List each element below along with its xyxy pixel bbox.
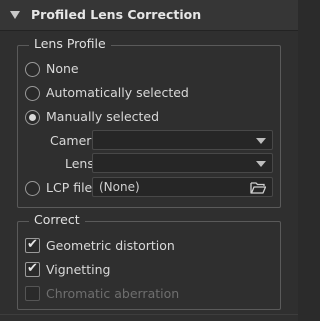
radio-button-lcp-file[interactable]: [25, 181, 40, 196]
radio-none-label: None: [46, 61, 79, 76]
radio-button-automatically-selected[interactable]: [25, 86, 40, 101]
radio-automatically-selected-label: Automatically selected: [46, 85, 189, 100]
radio-automatically-selected[interactable]: Automatically selected: [25, 84, 225, 104]
lens-label: Lens: [65, 156, 94, 171]
panel-header[interactable]: Profiled Lens Correction: [0, 0, 298, 31]
checkmark-icon: ✔: [27, 237, 38, 252]
chevron-down-icon: [256, 138, 266, 144]
vignetting-label: Vignetting: [46, 262, 111, 277]
lens-profile-group-title: Lens Profile: [29, 36, 111, 51]
radio-button-manually-selected[interactable]: [25, 110, 40, 125]
radio-manually-selected-label: Manually selected: [46, 109, 160, 124]
camera-select[interactable]: [92, 130, 273, 150]
lcp-file-chooser[interactable]: (None): [92, 177, 273, 197]
bottom-divider: [0, 314, 298, 315]
checkbox-vignetting-box[interactable]: ✔: [25, 261, 40, 277]
lens-select[interactable]: [92, 153, 273, 173]
checkmark-icon: ✔: [27, 261, 38, 276]
geometric-distortion-label: Geometric distortion: [46, 238, 175, 253]
correct-group-title: Correct: [29, 212, 85, 227]
checkbox-vignetting[interactable]: ✔ Vignetting: [25, 261, 245, 281]
triangle-down-icon[interactable]: [10, 11, 20, 19]
radio-none[interactable]: None: [25, 60, 225, 80]
lcp-file-value: (None): [99, 180, 140, 194]
radio-lcp-file[interactable]: LCP file: [25, 179, 95, 199]
checkbox-chromatic-aberration: Chromatic aberration: [25, 285, 245, 305]
radio-button-none[interactable]: [25, 62, 40, 77]
panel-title: Profiled Lens Correction: [31, 7, 202, 22]
checkbox-geometric-distortion-box[interactable]: ✔: [25, 237, 40, 253]
checkbox-geometric-distortion[interactable]: ✔ Geometric distortion: [25, 237, 245, 257]
chromatic-aberration-label: Chromatic aberration: [46, 286, 180, 301]
checkbox-chromatic-aberration-box: [25, 286, 40, 301]
radio-manually-selected[interactable]: Manually selected: [25, 108, 225, 128]
chevron-down-icon: [256, 161, 266, 167]
radio-lcp-file-label: LCP file: [46, 180, 93, 195]
folder-open-icon[interactable]: [250, 181, 266, 194]
profiled-lens-correction-panel: Profiled Lens Correction Lens Profile No…: [0, 0, 298, 321]
